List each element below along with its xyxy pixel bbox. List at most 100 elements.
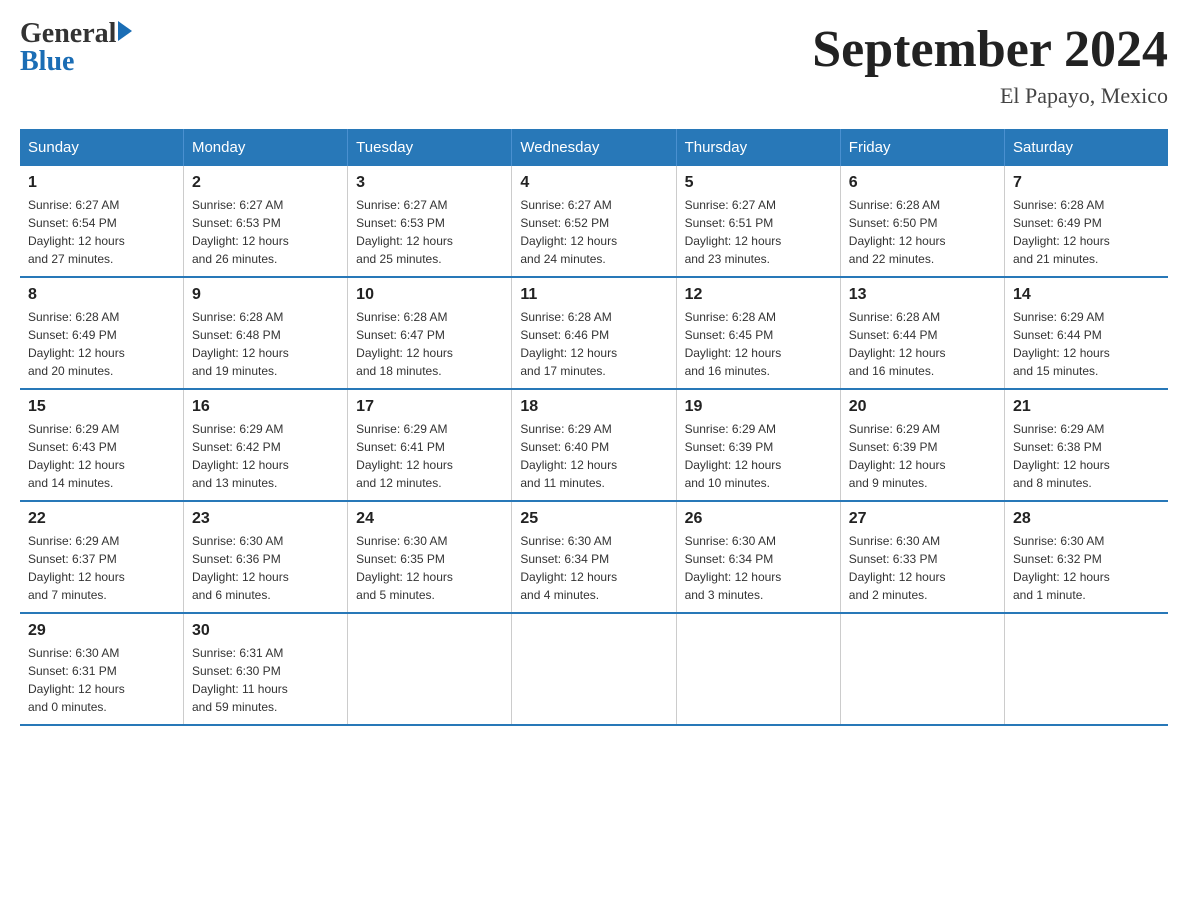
calendar-table: SundayMondayTuesdayWednesdayThursdayFrid… bbox=[20, 129, 1168, 726]
day-number: 3 bbox=[356, 174, 503, 192]
day-cell: 19 Sunrise: 6:29 AMSunset: 6:39 PMDaylig… bbox=[676, 389, 840, 501]
logo-blue-text: Blue bbox=[20, 48, 132, 76]
day-info: Sunrise: 6:30 AMSunset: 6:34 PMDaylight:… bbox=[685, 532, 832, 604]
day-number: 17 bbox=[356, 398, 503, 416]
day-cell: 25 Sunrise: 6:30 AMSunset: 6:34 PMDaylig… bbox=[512, 501, 676, 613]
day-info: Sunrise: 6:27 AMSunset: 6:52 PMDaylight:… bbox=[520, 196, 667, 268]
day-number: 28 bbox=[1013, 510, 1160, 528]
main-title: September 2024 bbox=[812, 20, 1168, 79]
day-cell: 1 Sunrise: 6:27 AMSunset: 6:54 PMDayligh… bbox=[20, 166, 183, 277]
day-cell: 24 Sunrise: 6:30 AMSunset: 6:35 PMDaylig… bbox=[348, 501, 512, 613]
week-row-3: 15 Sunrise: 6:29 AMSunset: 6:43 PMDaylig… bbox=[20, 389, 1168, 501]
day-info: Sunrise: 6:28 AMSunset: 6:50 PMDaylight:… bbox=[849, 196, 996, 268]
day-cell bbox=[840, 613, 1004, 725]
day-info: Sunrise: 6:27 AMSunset: 6:51 PMDaylight:… bbox=[685, 196, 832, 268]
day-cell: 8 Sunrise: 6:28 AMSunset: 6:49 PMDayligh… bbox=[20, 277, 183, 389]
day-number: 12 bbox=[685, 286, 832, 304]
day-cell: 21 Sunrise: 6:29 AMSunset: 6:38 PMDaylig… bbox=[1004, 389, 1168, 501]
weekday-header-monday: Monday bbox=[183, 129, 347, 166]
day-number: 21 bbox=[1013, 398, 1160, 416]
day-info: Sunrise: 6:28 AMSunset: 6:49 PMDaylight:… bbox=[1013, 196, 1160, 268]
day-number: 30 bbox=[192, 622, 339, 640]
weekday-header-friday: Friday bbox=[840, 129, 1004, 166]
day-info: Sunrise: 6:27 AMSunset: 6:54 PMDaylight:… bbox=[28, 196, 175, 268]
day-number: 27 bbox=[849, 510, 996, 528]
day-number: 22 bbox=[28, 510, 175, 528]
day-number: 1 bbox=[28, 174, 175, 192]
day-cell: 30 Sunrise: 6:31 AMSunset: 6:30 PMDaylig… bbox=[183, 613, 347, 725]
subtitle: El Papayo, Mexico bbox=[812, 83, 1168, 109]
day-number: 2 bbox=[192, 174, 339, 192]
day-number: 25 bbox=[520, 510, 667, 528]
day-cell: 3 Sunrise: 6:27 AMSunset: 6:53 PMDayligh… bbox=[348, 166, 512, 277]
day-cell: 2 Sunrise: 6:27 AMSunset: 6:53 PMDayligh… bbox=[183, 166, 347, 277]
day-number: 20 bbox=[849, 398, 996, 416]
day-info: Sunrise: 6:28 AMSunset: 6:47 PMDaylight:… bbox=[356, 308, 503, 380]
day-cell: 15 Sunrise: 6:29 AMSunset: 6:43 PMDaylig… bbox=[20, 389, 183, 501]
day-info: Sunrise: 6:28 AMSunset: 6:46 PMDaylight:… bbox=[520, 308, 667, 380]
day-number: 5 bbox=[685, 174, 832, 192]
day-number: 7 bbox=[1013, 174, 1160, 192]
day-info: Sunrise: 6:29 AMSunset: 6:38 PMDaylight:… bbox=[1013, 420, 1160, 492]
day-number: 18 bbox=[520, 398, 667, 416]
day-info: Sunrise: 6:27 AMSunset: 6:53 PMDaylight:… bbox=[356, 196, 503, 268]
day-info: Sunrise: 6:30 AMSunset: 6:36 PMDaylight:… bbox=[192, 532, 339, 604]
day-cell: 4 Sunrise: 6:27 AMSunset: 6:52 PMDayligh… bbox=[512, 166, 676, 277]
weekday-header-row: SundayMondayTuesdayWednesdayThursdayFrid… bbox=[20, 129, 1168, 166]
day-number: 8 bbox=[28, 286, 175, 304]
day-cell: 11 Sunrise: 6:28 AMSunset: 6:46 PMDaylig… bbox=[512, 277, 676, 389]
day-cell: 22 Sunrise: 6:29 AMSunset: 6:37 PMDaylig… bbox=[20, 501, 183, 613]
day-number: 24 bbox=[356, 510, 503, 528]
weekday-header-thursday: Thursday bbox=[676, 129, 840, 166]
day-info: Sunrise: 6:29 AMSunset: 6:39 PMDaylight:… bbox=[685, 420, 832, 492]
day-info: Sunrise: 6:29 AMSunset: 6:39 PMDaylight:… bbox=[849, 420, 996, 492]
day-info: Sunrise: 6:28 AMSunset: 6:45 PMDaylight:… bbox=[685, 308, 832, 380]
day-cell: 12 Sunrise: 6:28 AMSunset: 6:45 PMDaylig… bbox=[676, 277, 840, 389]
day-cell: 20 Sunrise: 6:29 AMSunset: 6:39 PMDaylig… bbox=[840, 389, 1004, 501]
day-number: 29 bbox=[28, 622, 175, 640]
day-info: Sunrise: 6:29 AMSunset: 6:44 PMDaylight:… bbox=[1013, 308, 1160, 380]
day-cell: 27 Sunrise: 6:30 AMSunset: 6:33 PMDaylig… bbox=[840, 501, 1004, 613]
day-cell: 23 Sunrise: 6:30 AMSunset: 6:36 PMDaylig… bbox=[183, 501, 347, 613]
day-number: 11 bbox=[520, 286, 667, 304]
day-number: 10 bbox=[356, 286, 503, 304]
day-info: Sunrise: 6:27 AMSunset: 6:53 PMDaylight:… bbox=[192, 196, 339, 268]
day-cell: 29 Sunrise: 6:30 AMSunset: 6:31 PMDaylig… bbox=[20, 613, 183, 725]
day-info: Sunrise: 6:30 AMSunset: 6:34 PMDaylight:… bbox=[520, 532, 667, 604]
day-cell: 9 Sunrise: 6:28 AMSunset: 6:48 PMDayligh… bbox=[183, 277, 347, 389]
week-row-2: 8 Sunrise: 6:28 AMSunset: 6:49 PMDayligh… bbox=[20, 277, 1168, 389]
logo: General Blue bbox=[20, 20, 132, 76]
day-info: Sunrise: 6:29 AMSunset: 6:37 PMDaylight:… bbox=[28, 532, 175, 604]
day-cell: 13 Sunrise: 6:28 AMSunset: 6:44 PMDaylig… bbox=[840, 277, 1004, 389]
day-info: Sunrise: 6:28 AMSunset: 6:49 PMDaylight:… bbox=[28, 308, 175, 380]
day-number: 19 bbox=[685, 398, 832, 416]
day-number: 9 bbox=[192, 286, 339, 304]
title-block: September 2024 El Papayo, Mexico bbox=[812, 20, 1168, 109]
day-cell: 28 Sunrise: 6:30 AMSunset: 6:32 PMDaylig… bbox=[1004, 501, 1168, 613]
day-cell: 7 Sunrise: 6:28 AMSunset: 6:49 PMDayligh… bbox=[1004, 166, 1168, 277]
weekday-header-wednesday: Wednesday bbox=[512, 129, 676, 166]
day-cell: 5 Sunrise: 6:27 AMSunset: 6:51 PMDayligh… bbox=[676, 166, 840, 277]
week-row-1: 1 Sunrise: 6:27 AMSunset: 6:54 PMDayligh… bbox=[20, 166, 1168, 277]
day-number: 16 bbox=[192, 398, 339, 416]
day-info: Sunrise: 6:29 AMSunset: 6:41 PMDaylight:… bbox=[356, 420, 503, 492]
weekday-header-tuesday: Tuesday bbox=[348, 129, 512, 166]
page-header: General Blue September 2024 El Papayo, M… bbox=[20, 20, 1168, 109]
logo-general-text: General bbox=[20, 20, 116, 48]
weekday-header-sunday: Sunday bbox=[20, 129, 183, 166]
day-cell bbox=[348, 613, 512, 725]
day-info: Sunrise: 6:30 AMSunset: 6:33 PMDaylight:… bbox=[849, 532, 996, 604]
day-number: 14 bbox=[1013, 286, 1160, 304]
day-number: 6 bbox=[849, 174, 996, 192]
weekday-header-saturday: Saturday bbox=[1004, 129, 1168, 166]
day-info: Sunrise: 6:30 AMSunset: 6:35 PMDaylight:… bbox=[356, 532, 503, 604]
day-cell: 16 Sunrise: 6:29 AMSunset: 6:42 PMDaylig… bbox=[183, 389, 347, 501]
day-number: 4 bbox=[520, 174, 667, 192]
day-info: Sunrise: 6:28 AMSunset: 6:48 PMDaylight:… bbox=[192, 308, 339, 380]
day-number: 23 bbox=[192, 510, 339, 528]
week-row-5: 29 Sunrise: 6:30 AMSunset: 6:31 PMDaylig… bbox=[20, 613, 1168, 725]
day-info: Sunrise: 6:30 AMSunset: 6:31 PMDaylight:… bbox=[28, 644, 175, 716]
day-cell bbox=[676, 613, 840, 725]
week-row-4: 22 Sunrise: 6:29 AMSunset: 6:37 PMDaylig… bbox=[20, 501, 1168, 613]
day-cell: 6 Sunrise: 6:28 AMSunset: 6:50 PMDayligh… bbox=[840, 166, 1004, 277]
